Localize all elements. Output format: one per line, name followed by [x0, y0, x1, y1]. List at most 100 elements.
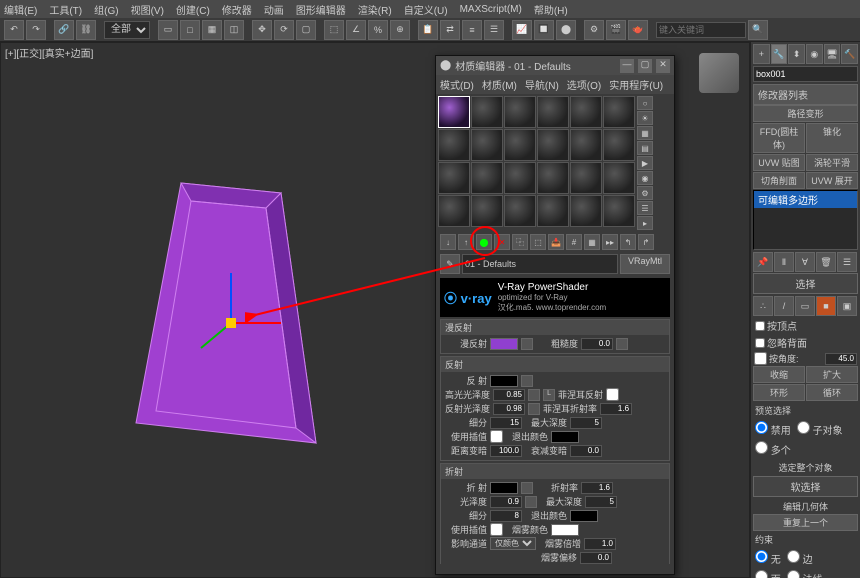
- reflect-rollout[interactable]: 反射: [441, 357, 669, 372]
- hilight-spinner[interactable]: [493, 389, 525, 401]
- assign-to-selection-button[interactable]: ⬤: [476, 234, 492, 250]
- me-menu-nav[interactable]: 导航(N): [525, 77, 559, 92]
- material-slot[interactable]: [537, 96, 569, 128]
- me-menu-mode[interactable]: 模式(D): [440, 77, 474, 92]
- stack-item-editpoly[interactable]: 可编辑多边形: [754, 191, 857, 208]
- refr-exit-swatch[interactable]: [570, 510, 598, 522]
- mat-id-button[interactable]: #: [566, 234, 582, 250]
- diffuse-rollout[interactable]: 漫反射: [441, 320, 669, 335]
- menu-tools[interactable]: 工具(T): [49, 2, 82, 17]
- constrain-normal[interactable]: 法线: [787, 570, 823, 578]
- ior-spinner[interactable]: [581, 482, 613, 494]
- close-button[interactable]: ✕: [656, 59, 670, 73]
- material-slot[interactable]: [438, 129, 470, 161]
- object-name-input[interactable]: [753, 66, 858, 82]
- menu-create[interactable]: 创建(C): [176, 2, 210, 17]
- select-name-button[interactable]: □: [180, 20, 200, 40]
- roughness-map-button[interactable]: [616, 338, 628, 350]
- preview-button[interactable]: ◉: [637, 171, 653, 185]
- refract-rollout[interactable]: 折射: [441, 464, 669, 479]
- background-button[interactable]: ▦: [637, 126, 653, 140]
- material-slot[interactable]: [603, 195, 635, 227]
- material-slot[interactable]: [537, 162, 569, 194]
- window-crossing-button[interactable]: ◫: [224, 20, 244, 40]
- search-input[interactable]: [656, 22, 746, 38]
- btn-turbosmooth[interactable]: 涡轮平滑: [806, 154, 858, 171]
- unlink-button[interactable]: ⛓: [76, 20, 96, 40]
- reflect-swatch[interactable]: [490, 375, 518, 387]
- by-angle-spinner[interactable]: [825, 353, 857, 365]
- redo-button[interactable]: ↷: [26, 20, 46, 40]
- menu-edit[interactable]: 编辑(E): [4, 2, 37, 17]
- sample-type-button[interactable]: ○: [637, 96, 653, 110]
- material-slot[interactable]: [504, 129, 536, 161]
- btn-taper[interactable]: 锥化: [806, 123, 858, 153]
- material-slot[interactable]: [570, 195, 602, 227]
- preview-disable[interactable]: 禁用: [755, 421, 791, 437]
- options-button[interactable]: ⚙: [637, 186, 653, 200]
- sample-uv-button[interactable]: ▤: [637, 141, 653, 155]
- select-by-mat-button[interactable]: ☰: [637, 201, 653, 215]
- align-button[interactable]: ≡: [462, 20, 482, 40]
- btn-chamfer[interactable]: 切角削面: [753, 172, 805, 189]
- dim-dist-spinner[interactable]: [490, 445, 522, 457]
- fresnel-ior-spinner[interactable]: [600, 403, 632, 415]
- config-button[interactable]: ☰: [837, 252, 857, 272]
- put-to-scene-button[interactable]: ↑: [458, 234, 474, 250]
- grow-button[interactable]: 扩大: [806, 366, 858, 383]
- tab-modify[interactable]: 🔧: [771, 44, 788, 64]
- tab-display[interactable]: 🖥: [824, 44, 841, 64]
- undo-button[interactable]: ↶: [4, 20, 24, 40]
- menu-view[interactable]: 视图(V): [131, 2, 164, 17]
- refr-gloss-map-button[interactable]: [525, 496, 537, 508]
- subobj-edge[interactable]: /: [774, 296, 794, 316]
- material-slot[interactable]: [537, 195, 569, 227]
- subobj-element[interactable]: ▣: [837, 296, 857, 316]
- modifier-stack[interactable]: 可编辑多边形: [753, 190, 858, 250]
- material-slot[interactable]: [471, 96, 503, 128]
- menu-custom[interactable]: 自定义(U): [404, 2, 448, 17]
- repeat-button[interactable]: 重复上一个: [753, 514, 858, 531]
- ignore-backface-check[interactable]: [755, 338, 765, 348]
- video-check-button[interactable]: ▶: [637, 156, 653, 170]
- mesh-prism[interactable]: [121, 173, 341, 493]
- menu-modifier[interactable]: 修改器: [222, 2, 252, 17]
- tab-hierarchy[interactable]: ⬍: [788, 44, 805, 64]
- shrink-button[interactable]: 收缩: [753, 366, 805, 383]
- menu-render[interactable]: 渲染(R): [358, 2, 392, 17]
- tab-utilities[interactable]: 🔨: [841, 44, 858, 64]
- refr-maxdepth-spinner[interactable]: [585, 496, 617, 508]
- material-slot[interactable]: [471, 129, 503, 161]
- refract-swatch[interactable]: [490, 482, 518, 494]
- remove-mod-button[interactable]: 🗑: [816, 252, 836, 272]
- pick-material-button[interactable]: ✎: [440, 254, 460, 274]
- affect-chan-select[interactable]: 仅颜色: [490, 537, 536, 550]
- selection-rollout[interactable]: 选择: [753, 273, 858, 294]
- material-editor-button[interactable]: ⬤: [556, 20, 576, 40]
- tab-create[interactable]: +: [753, 44, 770, 64]
- reset-button[interactable]: ✕: [494, 234, 510, 250]
- diffuse-map-button[interactable]: [521, 338, 533, 350]
- snap-button[interactable]: ⬚: [324, 20, 344, 40]
- constrain-edge[interactable]: 边: [787, 550, 813, 566]
- shader-type-button[interactable]: VRayMtl: [620, 254, 670, 274]
- by-vertex-check[interactable]: [755, 321, 765, 331]
- hilight-map-button[interactable]: [528, 389, 540, 401]
- constrain-none[interactable]: 无: [755, 550, 781, 566]
- fog-color-swatch[interactable]: [551, 524, 579, 536]
- mirror-button[interactable]: ⇄: [440, 20, 460, 40]
- named-sel-button[interactable]: 📋: [418, 20, 438, 40]
- get-material-button[interactable]: ↓: [440, 234, 456, 250]
- copy-button[interactable]: ⿻: [512, 234, 528, 250]
- btn-uvwunwrap[interactable]: UVW 展开: [806, 172, 858, 189]
- hilight-lock-button[interactable]: L: [543, 389, 555, 401]
- move-button[interactable]: ✥: [252, 20, 272, 40]
- tab-motion[interactable]: ◉: [806, 44, 823, 64]
- subobj-vertex[interactable]: ∴: [753, 296, 773, 316]
- pin-stack-button[interactable]: 📌: [753, 252, 773, 272]
- refl-exit-swatch[interactable]: [551, 431, 579, 443]
- minimize-button[interactable]: —: [620, 59, 634, 73]
- material-slot[interactable]: [537, 129, 569, 161]
- me-menu-material[interactable]: 材质(M): [482, 77, 517, 92]
- snap-spinner-button[interactable]: ⊕: [390, 20, 410, 40]
